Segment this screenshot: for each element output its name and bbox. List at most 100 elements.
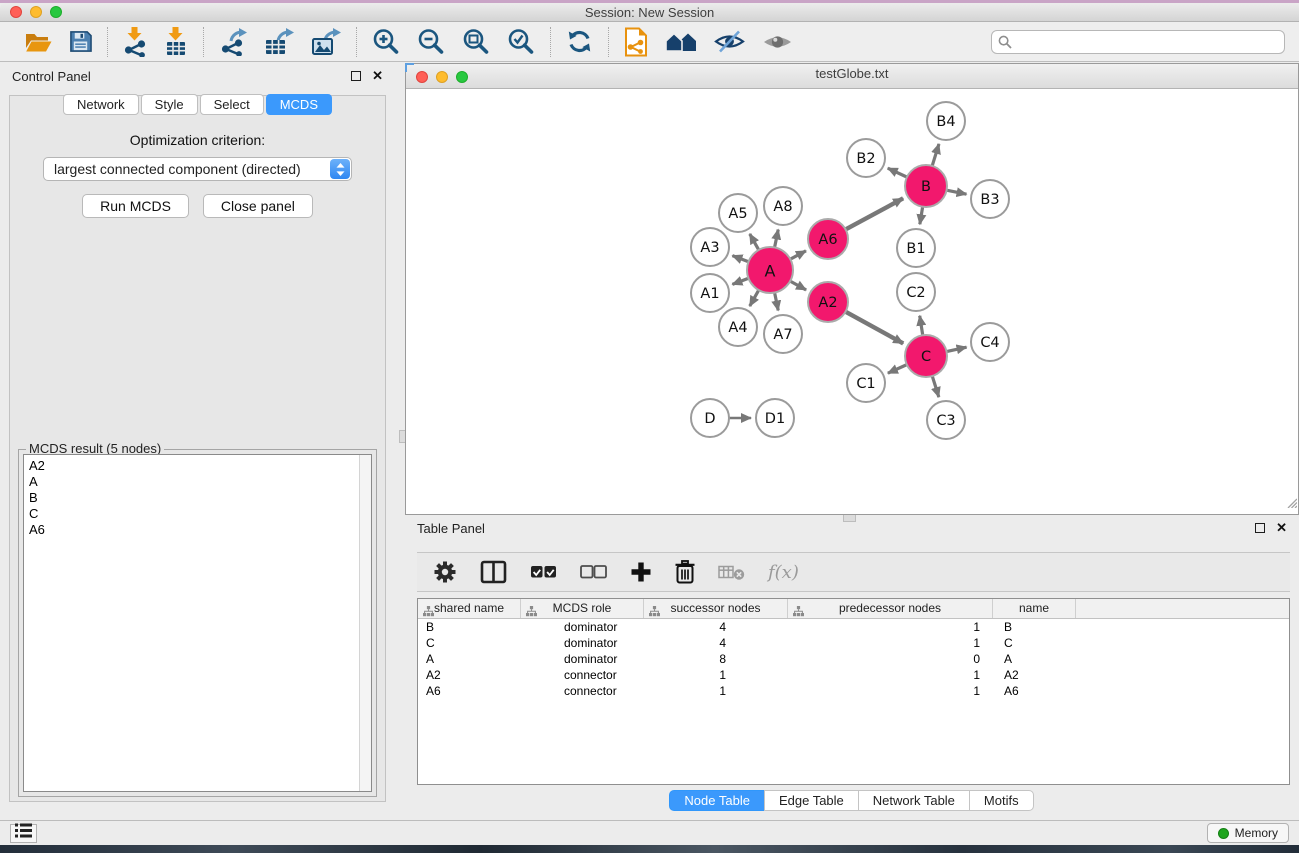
node-table[interactable]: shared nameMCDS rolesuccessor nodesprede… <box>417 598 1290 785</box>
table-cell[interactable]: A2 <box>418 667 521 683</box>
node-B2[interactable]: B2 <box>847 139 885 177</box>
edge-A-A4[interactable] <box>750 290 759 306</box>
hide-selected-eye-icon[interactable] <box>714 29 745 54</box>
node-B1[interactable]: B1 <box>897 229 935 267</box>
edge-A-A5[interactable] <box>750 234 759 250</box>
node-B[interactable]: B <box>905 165 947 207</box>
network-canvas[interactable]: B4B2BB3A5A8A6B1A3AC2A1A2A4A7C4CC1DD1C3 <box>406 90 1298 514</box>
edge-B-B1[interactable] <box>920 207 923 225</box>
select-all-icon[interactable] <box>530 565 557 579</box>
edge-C-C4[interactable] <box>947 347 967 351</box>
show-all-eye-icon[interactable] <box>762 31 793 53</box>
table-cell[interactable]: 0 <box>788 651 993 667</box>
node-A4[interactable]: A4 <box>719 308 757 346</box>
close-table-panel-icon[interactable]: ✕ <box>1276 523 1287 533</box>
edge-C-C2[interactable] <box>920 316 923 336</box>
tab-style[interactable]: Style <box>141 94 198 115</box>
column-header-predecessor-nodes[interactable]: predecessor nodes <box>788 599 993 618</box>
table-cell[interactable]: 4 <box>644 635 788 651</box>
mcds-result-item[interactable]: A2 <box>29 458 371 474</box>
column-header-successor-nodes[interactable]: successor nodes <box>644 599 788 618</box>
table-cell[interactable]: 1 <box>644 667 788 683</box>
zoom-in-icon[interactable] <box>372 28 400 56</box>
node-C4[interactable]: C4 <box>971 323 1009 361</box>
node-B4[interactable]: B4 <box>927 102 965 140</box>
window-resize-grip[interactable] <box>1285 495 1297 513</box>
zoom-out-icon[interactable] <box>417 28 445 56</box>
float-panel-icon[interactable] <box>351 71 361 81</box>
close-panel-icon[interactable]: ✕ <box>372 71 383 81</box>
node-C3[interactable]: C3 <box>927 401 965 439</box>
export-table-icon[interactable] <box>264 28 294 56</box>
tab-motifs[interactable]: Motifs <box>969 790 1034 811</box>
table-cell[interactable]: 8 <box>644 651 788 667</box>
table-cell[interactable]: A <box>418 651 521 667</box>
edge-A-A2[interactable] <box>790 281 806 290</box>
edge-C-C1[interactable] <box>888 365 907 374</box>
edge-A-A3[interactable] <box>732 256 748 262</box>
memory-button[interactable]: Memory <box>1207 823 1289 843</box>
table-settings-gear-icon[interactable] <box>433 560 457 584</box>
table-cell[interactable]: A6 <box>418 683 521 699</box>
edge-B-B2[interactable] <box>888 168 907 177</box>
node-A8[interactable]: A8 <box>764 187 802 225</box>
tab-network[interactable]: Network <box>63 94 139 115</box>
node-A[interactable]: A <box>747 247 793 293</box>
mcds-result-list[interactable]: A2ABCA6 <box>23 454 372 792</box>
table-cell[interactable]: connector <box>521 683 644 699</box>
table-cell[interactable]: 1 <box>788 619 993 635</box>
delete-column-trash-icon[interactable] <box>675 560 695 584</box>
table-row[interactable]: Cdominator41C <box>418 635 1289 651</box>
table-cell[interactable]: dominator <box>521 635 644 651</box>
table-cell[interactable]: A <box>993 651 1076 667</box>
zoom-selected-icon[interactable] <box>507 28 535 56</box>
tab-mcds[interactable]: MCDS <box>266 94 332 115</box>
node-B3[interactable]: B3 <box>971 180 1009 218</box>
edge-A-A6[interactable] <box>790 251 806 259</box>
tab-node-table[interactable]: Node Table <box>669 790 765 811</box>
add-column-icon[interactable] <box>630 561 652 583</box>
node-A3[interactable]: A3 <box>691 228 729 266</box>
edge-A-A8[interactable] <box>775 230 779 248</box>
table-cell[interactable]: 1 <box>644 683 788 699</box>
edge-B-B3[interactable] <box>947 190 967 194</box>
edge-A-A1[interactable] <box>732 278 748 284</box>
mcds-result-item[interactable]: A6 <box>29 522 371 538</box>
table-row[interactable]: Bdominator41B <box>418 619 1289 635</box>
table-cell[interactable]: B <box>993 619 1076 635</box>
table-row[interactable]: Adominator80A <box>418 651 1289 667</box>
task-history-button[interactable] <box>10 824 37 843</box>
zoom-fit-icon[interactable] <box>462 28 490 56</box>
table-cell[interactable]: 1 <box>788 667 993 683</box>
edge-A-A7[interactable] <box>775 293 779 311</box>
tab-select[interactable]: Select <box>200 94 264 115</box>
search-input[interactable] <box>991 30 1285 54</box>
table-row[interactable]: A6connector11A6 <box>418 683 1289 699</box>
export-image-icon[interactable] <box>311 28 341 56</box>
new-network-from-selection-icon[interactable] <box>624 27 648 57</box>
table-cell[interactable]: 4 <box>644 619 788 635</box>
table-cell[interactable]: dominator <box>521 619 644 635</box>
export-network-icon[interactable] <box>219 28 247 56</box>
window-titlebar[interactable]: Session: New Session <box>0 3 1299 22</box>
optimization-criterion-dropdown[interactable]: largest connected component (directed) <box>43 157 352 181</box>
node-D1[interactable]: D1 <box>756 399 794 437</box>
edge-B-B4[interactable] <box>932 144 939 166</box>
import-table-icon[interactable] <box>164 27 188 57</box>
run-mcds-button[interactable]: Run MCDS <box>82 194 189 218</box>
deselect-all-icon[interactable] <box>580 565 607 579</box>
mcds-result-item[interactable]: C <box>29 506 371 522</box>
edge-C-C3[interactable] <box>932 376 939 397</box>
node-A2[interactable]: A2 <box>808 282 848 322</box>
table-cell[interactable]: C <box>418 635 521 651</box>
mcds-result-item[interactable]: B <box>29 490 371 506</box>
column-view-icon[interactable] <box>480 560 507 584</box>
import-network-icon[interactable] <box>123 27 147 57</box>
table-cell[interactable]: A6 <box>993 683 1076 699</box>
node-C1[interactable]: C1 <box>847 364 885 402</box>
node-D[interactable]: D <box>691 399 729 437</box>
column-header-mcds-role[interactable]: MCDS role <box>521 599 644 618</box>
refresh-layout-icon[interactable] <box>566 28 593 55</box>
close-panel-button[interactable]: Close panel <box>203 194 313 218</box>
edge-A6-B[interactable] <box>846 198 904 229</box>
